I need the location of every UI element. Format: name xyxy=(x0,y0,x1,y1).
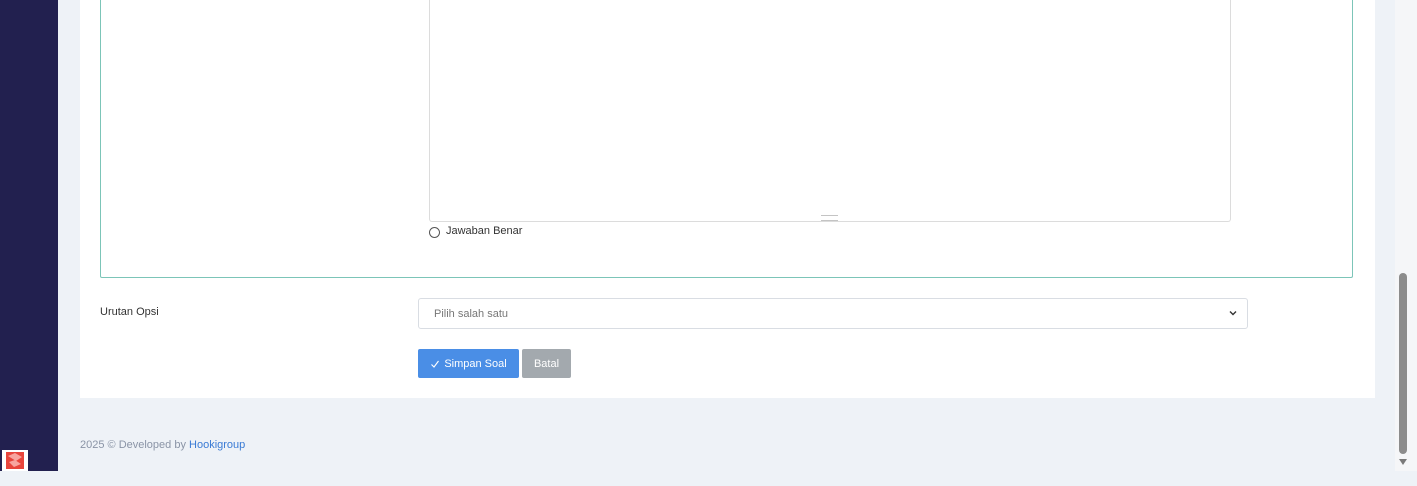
save-question-label: Simpan Soal xyxy=(444,357,507,370)
option-order-label: Urutan Opsi xyxy=(100,306,159,318)
correct-answer-radio-row[interactable]: Jawaban Benar xyxy=(429,224,522,238)
cancel-button[interactable]: Batal xyxy=(522,349,571,378)
correct-answer-label: Jawaban Benar xyxy=(446,225,523,237)
chevron-down-icon xyxy=(1229,311,1237,316)
option-order-select-value: Pilih salah satu xyxy=(434,307,508,320)
footer-developer-link[interactable]: Hookigroup xyxy=(189,439,245,451)
brand-logo-icon[interactable] xyxy=(2,450,28,471)
editor-resize-handle[interactable] xyxy=(821,215,838,221)
scrollbar-thumb[interactable] xyxy=(1399,273,1407,454)
correct-answer-radio[interactable] xyxy=(429,227,440,238)
option-order-select[interactable]: Pilih salah satu xyxy=(418,298,1248,329)
cancel-label: Batal xyxy=(533,357,560,370)
footer-copyright: 2025 © Developed by xyxy=(80,439,186,451)
option-text-editor[interactable] xyxy=(429,0,1231,222)
scroll-down-arrow-icon[interactable] xyxy=(1398,458,1408,466)
page-footer: 2025 © Developed by Hookigroup xyxy=(80,439,245,451)
sidebar xyxy=(0,0,58,471)
check-icon xyxy=(430,359,440,369)
save-question-button[interactable]: Simpan Soal xyxy=(418,349,519,378)
